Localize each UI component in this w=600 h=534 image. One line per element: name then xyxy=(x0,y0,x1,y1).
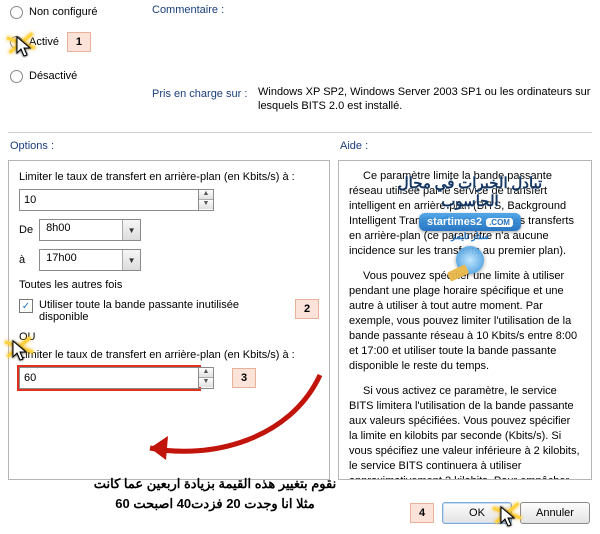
from-time-combo[interactable]: 8h00 ▼ xyxy=(39,219,141,241)
other-times-label: Toutes les autres fois xyxy=(19,279,319,291)
badge-2: 2 xyxy=(295,299,319,319)
limit-rate-label-1: Limiter le taux de transfert en arrière-… xyxy=(19,171,319,183)
spinner-buttons[interactable]: ▲▼ xyxy=(199,367,214,389)
help-header: Aide : xyxy=(330,140,600,152)
annotation-line: نقوم بتغيير هذه القيمة بزيادة اربعين عما… xyxy=(45,474,385,494)
annotation-line: مثلا انا وجدت 20 فزدت40 اصبحت 60 xyxy=(45,494,385,514)
from-label: De xyxy=(19,224,33,236)
radio-label: Désactivé xyxy=(29,70,77,82)
or-label: OU xyxy=(19,331,319,343)
from-time-value: 8h00 xyxy=(40,220,122,240)
to-time-value: 17h00 xyxy=(40,250,122,270)
to-time-combo[interactable]: 17h00 ▼ xyxy=(39,249,141,271)
radio-icon xyxy=(10,36,23,49)
help-pane: Ce paramètre limite la bande passante ré… xyxy=(338,160,592,480)
to-label: à xyxy=(19,254,25,266)
options-header: Options : xyxy=(0,140,330,152)
spinner-buttons[interactable]: ▲▼ xyxy=(199,189,214,211)
cancel-button[interactable]: Annuler xyxy=(520,502,590,524)
radio-enabled[interactable]: Activé 1 xyxy=(10,32,590,52)
annotation-text: نقوم بتغيير هذه القيمة بزيادة اربعين عما… xyxy=(45,474,385,514)
comment-label: Commentaire : xyxy=(152,4,224,16)
help-paragraph: Si vous activez ce paramètre, le service… xyxy=(349,384,581,480)
limit-rate-label-2: Limiter le taux de transfert en arrière-… xyxy=(19,349,319,361)
radio-label: Activé xyxy=(29,36,59,48)
badge-1: 1 xyxy=(67,32,91,52)
help-paragraph: Vous pouvez spécifier une limite à utili… xyxy=(349,269,581,374)
options-pane: Limiter le taux de transfert en arrière-… xyxy=(8,160,330,480)
spin-up-icon[interactable]: ▲ xyxy=(199,190,213,199)
rate-2-spinner[interactable]: ▲▼ xyxy=(19,367,214,389)
help-paragraph: Ce paramètre limite la bande passante ré… xyxy=(349,169,581,259)
spin-up-icon[interactable]: ▲ xyxy=(199,368,213,377)
supported-on-text: Windows XP SP2, Windows Server 2003 SP1 … xyxy=(258,85,592,113)
rate-1-spinner[interactable]: ▲▼ xyxy=(19,189,214,211)
badge-4: 4 xyxy=(410,503,434,523)
radio-disabled[interactable]: Désactivé xyxy=(10,66,590,86)
chevron-down-icon: ▼ xyxy=(122,220,140,240)
radio-not-configured[interactable]: Non configuré xyxy=(10,2,590,22)
use-all-bandwidth-checkbox[interactable]: ✓ xyxy=(19,299,33,313)
rate-2-input[interactable] xyxy=(19,367,199,389)
spin-down-icon[interactable]: ▼ xyxy=(199,199,213,209)
radio-label: Non configuré xyxy=(29,6,98,18)
radio-icon xyxy=(10,6,23,19)
chevron-down-icon: ▼ xyxy=(122,250,140,270)
supported-on-label: Pris en charge sur : xyxy=(152,88,247,100)
ok-button[interactable]: OK xyxy=(442,502,512,524)
use-all-bandwidth-label: Utiliser toute la bande passante inutili… xyxy=(39,299,281,323)
badge-3: 3 xyxy=(232,368,256,388)
radio-icon xyxy=(10,70,23,83)
rate-1-input[interactable] xyxy=(19,189,199,211)
spin-down-icon[interactable]: ▼ xyxy=(199,377,213,387)
